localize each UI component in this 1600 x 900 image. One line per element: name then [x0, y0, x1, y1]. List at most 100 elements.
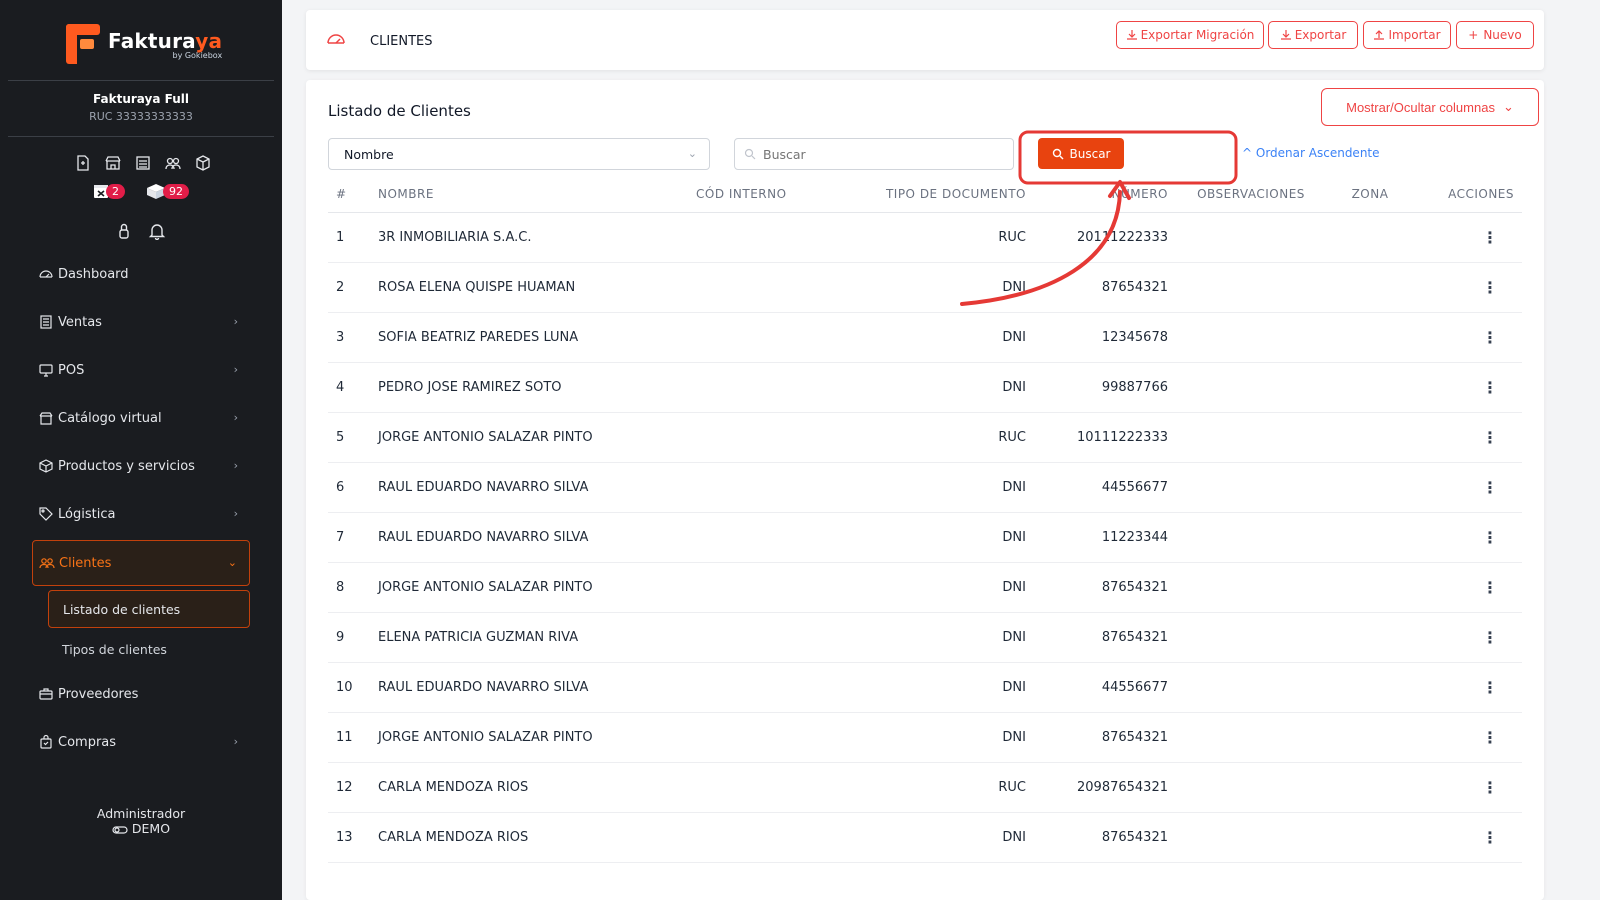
brand-name: Fakturaya: [108, 28, 223, 53]
table-row[interactable]: 9 ELENA PATRICIA GUZMAN RIVA DNI 87654321 ⋮: [328, 612, 1522, 663]
export-migration-button[interactable]: Exportar Migración: [1116, 21, 1264, 49]
table-row[interactable]: 3 SOFIA BEATRIZ PAREDES LUNA DNI 12345678 ⋮: [328, 312, 1522, 363]
col-header-acciones: ACCIONES: [1406, 176, 1522, 213]
cell-tipo-documento: DNI: [876, 812, 1026, 863]
users-icon[interactable]: [164, 154, 182, 172]
sidebar-item-compras[interactable]: Compras ›: [32, 724, 250, 760]
cell-numero: 99887766: [1026, 362, 1168, 413]
sidebar-item-pos[interactable]: POS ›: [32, 352, 250, 388]
table-row[interactable]: 4 PEDRO JOSE RAMIREZ SOTO DNI 99887766 ⋮: [328, 362, 1522, 413]
more-actions-icon[interactable]: ⋮: [1482, 828, 1498, 847]
receipt-icon: [40, 315, 52, 329]
logo-icon: [66, 24, 102, 64]
table-row[interactable]: 6 RAUL EDUARDO NAVARRO SILVA DNI 44556677 ⋮: [328, 462, 1522, 513]
col-header-zona[interactable]: ZONA: [1334, 176, 1406, 213]
cell-zona: [1334, 312, 1406, 363]
sidebar-item-clientes[interactable]: Clientes ⌄: [32, 540, 250, 586]
more-actions-icon[interactable]: ⋮: [1482, 728, 1498, 747]
col-header-tipo-documento[interactable]: TIPO DE DOCUMENTO: [876, 176, 1026, 213]
table-row[interactable]: 5 JORGE ANTONIO SALAZAR PINTO RUC 101112223…: [328, 412, 1522, 463]
chevron-up-icon: ^: [1242, 146, 1253, 160]
table-row[interactable]: 2 ROSA ELENA QUISPE HUAMAN DNI 87654321 ⋮: [328, 262, 1522, 313]
cell-index: 8: [328, 562, 378, 613]
lock-icon[interactable]: [116, 222, 132, 240]
store-icon[interactable]: [104, 154, 122, 172]
table-row[interactable]: 10 RAUL EDUARDO NAVARRO SILVA DNI 44556677 ⋮: [328, 662, 1522, 713]
new-button[interactable]: + Nuevo: [1456, 21, 1534, 49]
filter-column-select[interactable]: Nombre ⌄: [328, 138, 710, 170]
cell-zona: [1334, 262, 1406, 313]
chevron-right-icon: ›: [233, 363, 238, 376]
table-row[interactable]: 1 3R INMOBILIARIA S.A.C. RUC 20111222333 ⋮: [328, 212, 1522, 263]
more-actions-icon[interactable]: ⋮: [1482, 378, 1498, 397]
cell-nombre: PEDRO JOSE RAMIREZ SOTO: [378, 362, 696, 413]
gauge-icon: [39, 270, 53, 278]
box-icon: [39, 459, 53, 473]
col-header-numero[interactable]: NÚMERO: [1026, 176, 1168, 213]
sidebar-subitem-tipos-clientes[interactable]: Tipos de clientes: [48, 630, 250, 668]
sidebar-subitem-listado-clientes[interactable]: Listado de clientes: [48, 590, 250, 628]
cell-numero: 44556677: [1026, 462, 1168, 513]
order-ascending-link[interactable]: ^ Ordenar Ascendente: [1242, 146, 1380, 160]
cell-numero: 20987654321: [1026, 762, 1168, 813]
sidebar-item-catalogo[interactable]: Catálogo virtual ›: [32, 400, 250, 436]
cell-index: 7: [328, 512, 378, 563]
more-actions-icon[interactable]: ⋮: [1482, 328, 1498, 347]
table-row[interactable]: 12 CARLA MENDOZA RIOS RUC 20987654321 ⋮: [328, 762, 1522, 813]
user-mode-label: DEMO: [131, 821, 171, 836]
user-mode: DEMO: [0, 821, 282, 836]
table-row[interactable]: 13 CARLA MENDOZA RIOS DNI 87654321 ⋮: [328, 812, 1522, 863]
cell-acciones: ⋮: [1406, 512, 1522, 563]
col-header-cod-interno[interactable]: CÓD INTERNO: [696, 176, 876, 213]
cell-acciones: ⋮: [1406, 412, 1522, 463]
user-info[interactable]: Administrador DEMO: [0, 806, 282, 836]
sidebar-item-proveedores[interactable]: Proveedores: [32, 676, 250, 712]
export-button[interactable]: Exportar: [1268, 21, 1358, 49]
col-header-observaciones[interactable]: OBSERVACIONES: [1168, 176, 1334, 213]
list-icon[interactable]: [134, 154, 152, 172]
cell-index: 1: [328, 212, 378, 263]
more-actions-icon[interactable]: ⋮: [1482, 628, 1498, 647]
table-row[interactable]: 8 JORGE ANTONIO SALAZAR PINTO DNI 87654321 ⋮: [328, 562, 1522, 613]
calendar-badge[interactable]: 2: [92, 182, 125, 200]
cell-tipo-documento: DNI: [876, 562, 1026, 613]
sidebar-item-label: Clientes: [59, 555, 112, 571]
box-badge[interactable]: 92: [145, 182, 189, 200]
more-actions-icon[interactable]: ⋮: [1482, 528, 1498, 547]
more-actions-icon[interactable]: ⋮: [1482, 228, 1498, 247]
brand-logo[interactable]: Fakturaya by Gokiebox: [66, 24, 222, 64]
more-actions-icon[interactable]: ⋮: [1482, 278, 1498, 297]
more-actions-icon[interactable]: ⋮: [1482, 778, 1498, 797]
more-actions-icon[interactable]: ⋮: [1482, 578, 1498, 597]
table-row[interactable]: 11 JORGE ANTONIO SALAZAR PINTO DNI 87654321…: [328, 712, 1522, 763]
toggle-columns-button[interactable]: Mostrar/Ocultar columnas ⌄: [1321, 88, 1539, 126]
cell-observaciones: [1168, 712, 1334, 763]
sidebar-item-productos[interactable]: Productos y servicios ›: [32, 448, 250, 484]
search-button[interactable]: Buscar: [1038, 138, 1124, 169]
sidebar-item-dashboard[interactable]: Dashboard: [32, 256, 250, 292]
import-button[interactable]: Importar: [1363, 21, 1451, 49]
cube-icon[interactable]: [194, 154, 212, 172]
search-input[interactable]: [734, 138, 1014, 170]
cell-cod-interno: [696, 662, 876, 713]
cell-numero: 87654321: [1026, 812, 1168, 863]
search-icon: [744, 148, 756, 160]
cell-tipo-documento: RUC: [876, 762, 1026, 813]
col-header-nombre[interactable]: NOMBRE: [378, 176, 696, 213]
sidebar-item-logistica[interactable]: Lógistica ›: [32, 496, 250, 532]
more-actions-icon[interactable]: ⋮: [1482, 678, 1498, 697]
users-icon: [39, 558, 55, 569]
cell-cod-interno: [696, 362, 876, 413]
cell-nombre: JORGE ANTONIO SALAZAR PINTO: [378, 562, 696, 613]
cell-observaciones: [1168, 462, 1334, 513]
more-actions-icon[interactable]: ⋮: [1482, 478, 1498, 497]
bell-icon[interactable]: [148, 222, 166, 240]
cell-zona: [1334, 362, 1406, 413]
sidebar-item-ventas[interactable]: Ventas ›: [32, 304, 250, 340]
cell-nombre: ROSA ELENA QUISPE HUAMAN: [378, 262, 696, 313]
more-actions-icon[interactable]: ⋮: [1482, 428, 1498, 447]
cell-cod-interno: [696, 512, 876, 563]
table-row[interactable]: 7 RAUL EDUARDO NAVARRO SILVA DNI 11223344 ⋮: [328, 512, 1522, 563]
chevron-right-icon: ›: [233, 735, 238, 748]
document-icon[interactable]: [74, 154, 92, 172]
